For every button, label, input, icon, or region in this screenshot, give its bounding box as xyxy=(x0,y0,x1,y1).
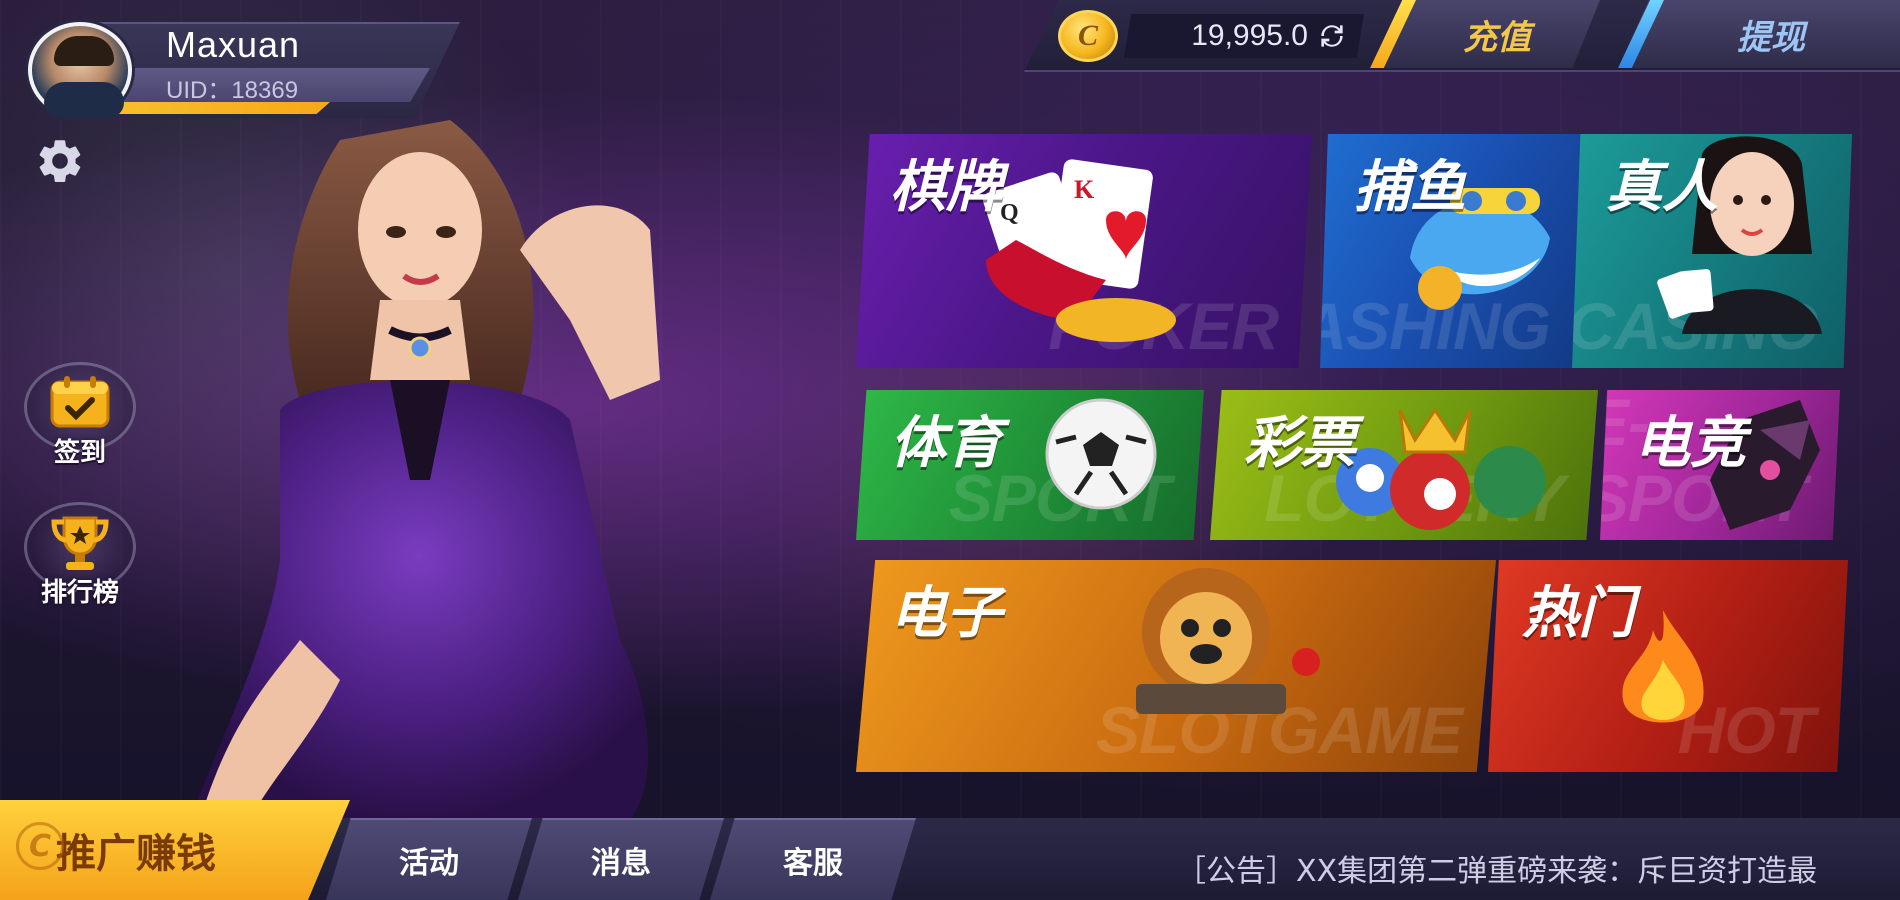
avatar-suit xyxy=(44,82,124,118)
lion-slot-machine-icon xyxy=(1136,568,1320,714)
game-title: 棋牌 xyxy=(890,155,1002,220)
refresh-icon[interactable] xyxy=(1314,20,1350,52)
promote-earn-label: 推广赚钱 xyxy=(56,831,216,877)
game-tile-fishing[interactable]: 捕鱼 FASHING xyxy=(1320,134,1584,368)
hostess-illustration xyxy=(190,120,660,820)
withdraw-button[interactable]: 提现 xyxy=(1618,0,1900,68)
withdraw-label: 提现 xyxy=(1737,17,1805,58)
game-tile-slotgame[interactable]: 电子 SLOTGAME xyxy=(856,560,1496,772)
coin-icon: C xyxy=(1058,10,1118,62)
game-tile-sport[interactable]: 体育 SPORT xyxy=(856,390,1204,540)
activity-label: 活动 xyxy=(399,846,459,881)
settings-button[interactable] xyxy=(30,134,90,188)
game-title: 热门 xyxy=(1522,581,1634,646)
user-uid: UID：18369 xyxy=(166,77,299,104)
avatar[interactable] xyxy=(28,22,132,118)
lottery-balls-icon xyxy=(1336,407,1546,530)
message-label: 消息 xyxy=(591,846,651,881)
balance-value: 19,995.0 xyxy=(1191,19,1308,52)
game-title: 体育 xyxy=(890,411,1002,476)
avatar-hair xyxy=(54,36,114,66)
game-tile-hot[interactable]: 热门 HOT xyxy=(1488,560,1848,772)
customer-service-label: 客服 xyxy=(783,846,843,881)
username: Maxuan xyxy=(166,24,301,65)
gear-icon xyxy=(39,140,81,182)
game-title: 捕鱼 xyxy=(1354,155,1466,220)
game-tile-poker[interactable]: 棋牌 K Q POKER xyxy=(856,134,1312,368)
game-tile-esport[interactable]: 电竞 E-SPORT xyxy=(1600,390,1840,540)
ranking-button[interactable]: 排行榜 xyxy=(24,502,136,612)
recharge-label: 充值 xyxy=(1463,17,1531,58)
customer-service-button[interactable]: 客服 xyxy=(710,818,916,900)
game-tile-casino[interactable]: 真人 CASINO xyxy=(1572,134,1852,368)
announcement-marquee: ［公告］XX集团第二弹重磅来袭：斥巨资打造最 xyxy=(1176,854,1818,889)
game-tile-lottery[interactable]: 彩票 LOTTERY xyxy=(1210,390,1598,540)
user-profile[interactable]: Maxuan UID：18369 xyxy=(20,18,460,118)
svg-text:Q: Q xyxy=(1000,200,1019,226)
message-button[interactable]: 消息 xyxy=(518,818,724,900)
activity-button[interactable]: 活动 xyxy=(326,818,532,900)
game-title: 电子 xyxy=(890,581,1002,646)
ranking-label: 排行榜 xyxy=(40,578,119,608)
game-title: 真人 xyxy=(1606,155,1718,220)
checkin-label: 签到 xyxy=(53,438,106,468)
svg-text:K: K xyxy=(1074,175,1095,204)
recharge-button[interactable]: 充值 xyxy=(1370,0,1600,68)
trophy-icon xyxy=(51,516,109,570)
coin-icon: C xyxy=(16,822,64,870)
game-title: 电竞 xyxy=(1634,411,1746,476)
checkin-button[interactable]: 签到 xyxy=(24,362,136,472)
game-title: 彩票 xyxy=(1244,411,1356,476)
calendar-check-icon xyxy=(50,376,110,428)
soccer-ball-icon xyxy=(1045,398,1157,510)
